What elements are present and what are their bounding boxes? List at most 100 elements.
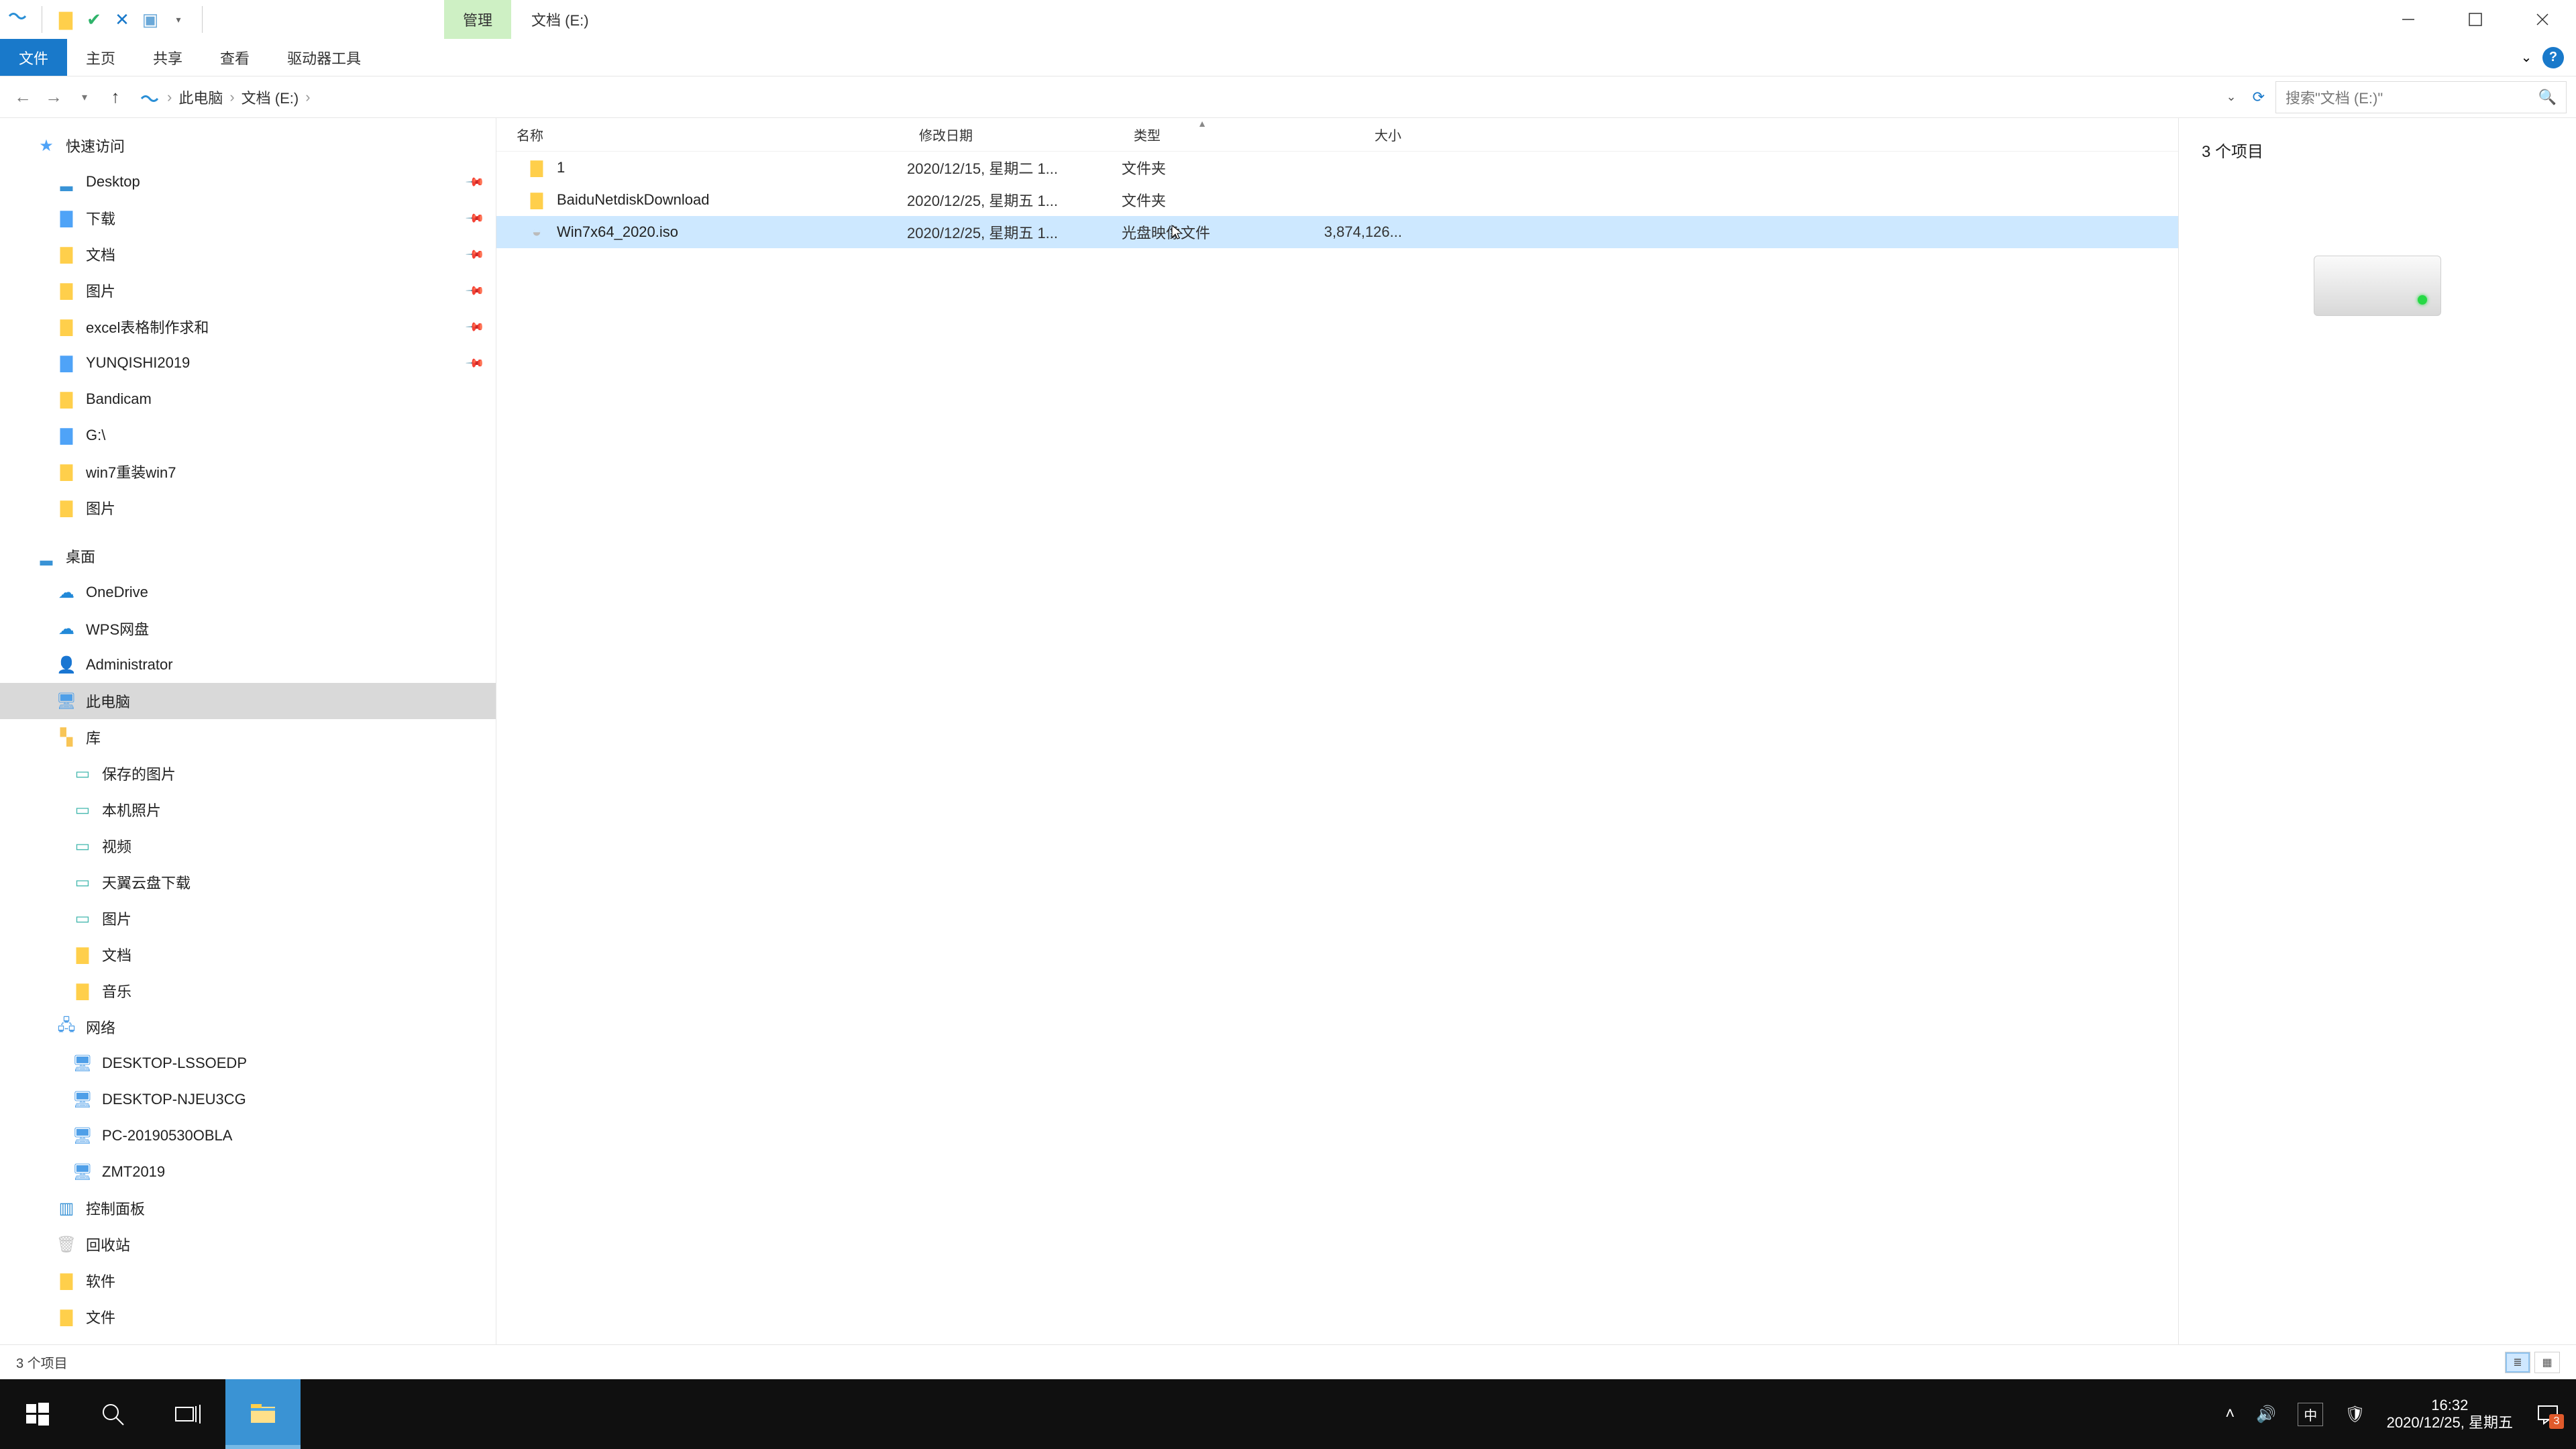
tree-item[interactable]: 🖥DESKTOP-LSSOEDP [0, 1045, 496, 1081]
address-bar: ← → ▾ ↑ › 此电脑 › 文档 (E:) › ⌄ ⟳ 搜索"文档 (E:)… [0, 76, 2576, 118]
tree-item[interactable]: ▭天翼云盘下载 [0, 864, 496, 900]
search-button[interactable] [75, 1379, 150, 1449]
crumb-drive[interactable]: 文档 (E:) [241, 87, 299, 108]
nav-recent-icon[interactable]: ▾ [71, 84, 98, 111]
tree-item[interactable]: ▇音乐 [0, 973, 496, 1009]
tab-home[interactable]: 主页 [67, 39, 134, 76]
start-button[interactable] [0, 1379, 75, 1449]
tree-label: 下载 [86, 207, 115, 229]
refresh-icon[interactable]: ⟳ [2246, 89, 2271, 106]
tree-item[interactable]: ▇win7重装win7 [0, 453, 496, 490]
pc-icon: 🖥 [72, 1053, 93, 1073]
tray-clock[interactable]: 16:32 2020/12/25, 星期五 [2387, 1397, 2513, 1432]
tree-label: 保存的图片 [102, 763, 176, 784]
tree-item[interactable]: ▇Bandicam [0, 381, 496, 417]
qat-check-icon[interactable]: ✔ [83, 8, 105, 31]
folder-icon: ▇ [56, 280, 76, 301]
search-icon[interactable]: 🔍 [2538, 89, 2557, 106]
file-type: 光盘映像文件 [1114, 221, 1295, 243]
addr-history-icon[interactable]: ⌄ [2220, 90, 2241, 104]
qat-dropdown-icon[interactable]: ▾ [167, 8, 190, 31]
drive-glyph-icon [2314, 256, 2441, 316]
pc-glyph-icon [140, 90, 160, 105]
action-center-icon[interactable]: 3 [2534, 1401, 2561, 1428]
minimize-button[interactable] [2375, 0, 2442, 39]
tree-item[interactable]: ▇文件 [0, 1299, 496, 1335]
column-headers: 名称 修改日期 类型 大小 [496, 118, 2178, 152]
tree-quick-access[interactable]: ★ 快速访问 [0, 127, 496, 164]
tree-item[interactable]: 🖥PC-20190530OBLA [0, 1118, 496, 1154]
qat-props-icon[interactable]: ▇ [54, 8, 77, 31]
file-name: 1 [557, 159, 565, 176]
security-icon[interactable]: 🛡 [2345, 1405, 2365, 1424]
app-icon[interactable] [7, 8, 30, 31]
tree-item[interactable]: ▭视频 [0, 828, 496, 864]
maximize-button[interactable] [2442, 0, 2509, 39]
tab-drive-tools[interactable]: 驱动器工具 [268, 39, 380, 76]
tree-label: Administrator [86, 656, 173, 674]
tree-item[interactable]: 🖥此电脑 [0, 683, 496, 719]
nav-tree[interactable]: ★ 快速访问 ▂Desktop📌▇下载📌▇文档📌▇图片📌▇excel表格制作求和… [0, 118, 496, 1344]
tree-item[interactable]: ☁OneDrive [0, 574, 496, 610]
ribbon-collapse-icon[interactable]: ⌄ [2516, 47, 2537, 68]
tree-item[interactable]: ▥控制面板 [0, 1190, 496, 1226]
ime-indicator[interactable]: 中 [2298, 1403, 2323, 1426]
tree-item[interactable]: ▇excel表格制作求和📌 [0, 309, 496, 345]
close-button[interactable] [2509, 0, 2576, 39]
volume-icon[interactable]: 🔊 [2256, 1405, 2276, 1424]
folder-icon: ▇ [72, 981, 93, 1001]
tree-label: 本机照片 [102, 799, 161, 820]
table-row[interactable]: ◒Win7x64_2020.iso2020/12/25, 星期五 1...光盘映… [496, 216, 2178, 248]
tree-item[interactable]: ▚库 [0, 719, 496, 755]
col-date[interactable]: 修改日期 [899, 118, 1114, 151]
tree-item[interactable]: ▭保存的图片 [0, 755, 496, 792]
quick-access-toolbar: ▇ ✔ ✕ ▣ ▾ [0, 0, 209, 39]
tray-overflow-icon[interactable]: ˄ [2225, 1405, 2235, 1424]
crumb-this-pc[interactable]: 此电脑 [178, 87, 223, 108]
tree-item[interactable]: 🗑回收站 [0, 1226, 496, 1263]
task-view-button[interactable] [150, 1379, 225, 1449]
tree-item[interactable]: ▇YUNQISHI2019📌 [0, 345, 496, 381]
tree-item[interactable]: ▇图片📌 [0, 272, 496, 309]
qat-newfolder-icon[interactable]: ▣ [139, 8, 162, 31]
tree-item[interactable]: ▇文档📌 [0, 236, 496, 272]
tree-item[interactable]: 🖥ZMT2019 [0, 1154, 496, 1190]
crumb-sep-icon: › [163, 89, 176, 106]
search-input[interactable]: 搜索"文档 (E:)" 🔍 [2275, 81, 2567, 113]
breadcrumb[interactable]: › 此电脑 › 文档 (E:) › [133, 81, 2216, 113]
tree-item[interactable]: ▇图片 [0, 490, 496, 526]
nav-back-icon[interactable]: ← [9, 84, 36, 111]
tree-item[interactable]: ▇软件 [0, 1263, 496, 1299]
tree-item[interactable]: ▇下载📌 [0, 200, 496, 236]
clock-date: 2020/12/25, 星期五 [2387, 1414, 2513, 1432]
col-size[interactable]: 大小 [1295, 118, 1422, 151]
view-details-button[interactable]: ≣ [2505, 1352, 2530, 1373]
tree-label: 文档 [102, 944, 131, 965]
tree-item[interactable]: ▇G:\ [0, 417, 496, 453]
tree-item[interactable]: ▭图片 [0, 900, 496, 936]
tree-item[interactable]: 👤Administrator [0, 647, 496, 683]
ribbon-context-tab[interactable]: 管理 [444, 0, 511, 39]
tree-item[interactable]: ▇文档 [0, 936, 496, 973]
tab-share[interactable]: 共享 [134, 39, 201, 76]
help-icon[interactable]: ? [2542, 47, 2564, 68]
nav-forward-icon[interactable]: → [40, 84, 67, 111]
table-row[interactable]: ▇BaiduNetdiskDownload2020/12/25, 星期五 1..… [496, 184, 2178, 216]
file-date: 2020/12/25, 星期五 1... [899, 189, 1114, 211]
taskbar-explorer[interactable] [225, 1379, 301, 1449]
tree-item[interactable]: 🖥DESKTOP-NJEU3CG [0, 1081, 496, 1118]
view-thumbs-button[interactable]: ▦ [2534, 1352, 2560, 1373]
tab-view[interactable]: 查看 [201, 39, 268, 76]
tree-item[interactable]: 🖧网络 [0, 1009, 496, 1045]
tree-label: 视频 [102, 835, 131, 857]
qat-close-icon[interactable]: ✕ [111, 8, 133, 31]
tree-item[interactable]: ▂桌面 [0, 538, 496, 574]
tree-item[interactable]: ▭本机照片 [0, 792, 496, 828]
tab-file[interactable]: 文件 [0, 39, 67, 76]
tree-item[interactable]: ☁WPS网盘 [0, 610, 496, 647]
col-name[interactable]: 名称 [496, 118, 899, 151]
tree-item[interactable]: ▂Desktop📌 [0, 164, 496, 200]
nav-up-icon[interactable]: ↑ [102, 84, 129, 111]
table-row[interactable]: ▇12020/12/15, 星期二 1...文件夹 [496, 152, 2178, 184]
tree-label: Bandicam [86, 390, 152, 408]
